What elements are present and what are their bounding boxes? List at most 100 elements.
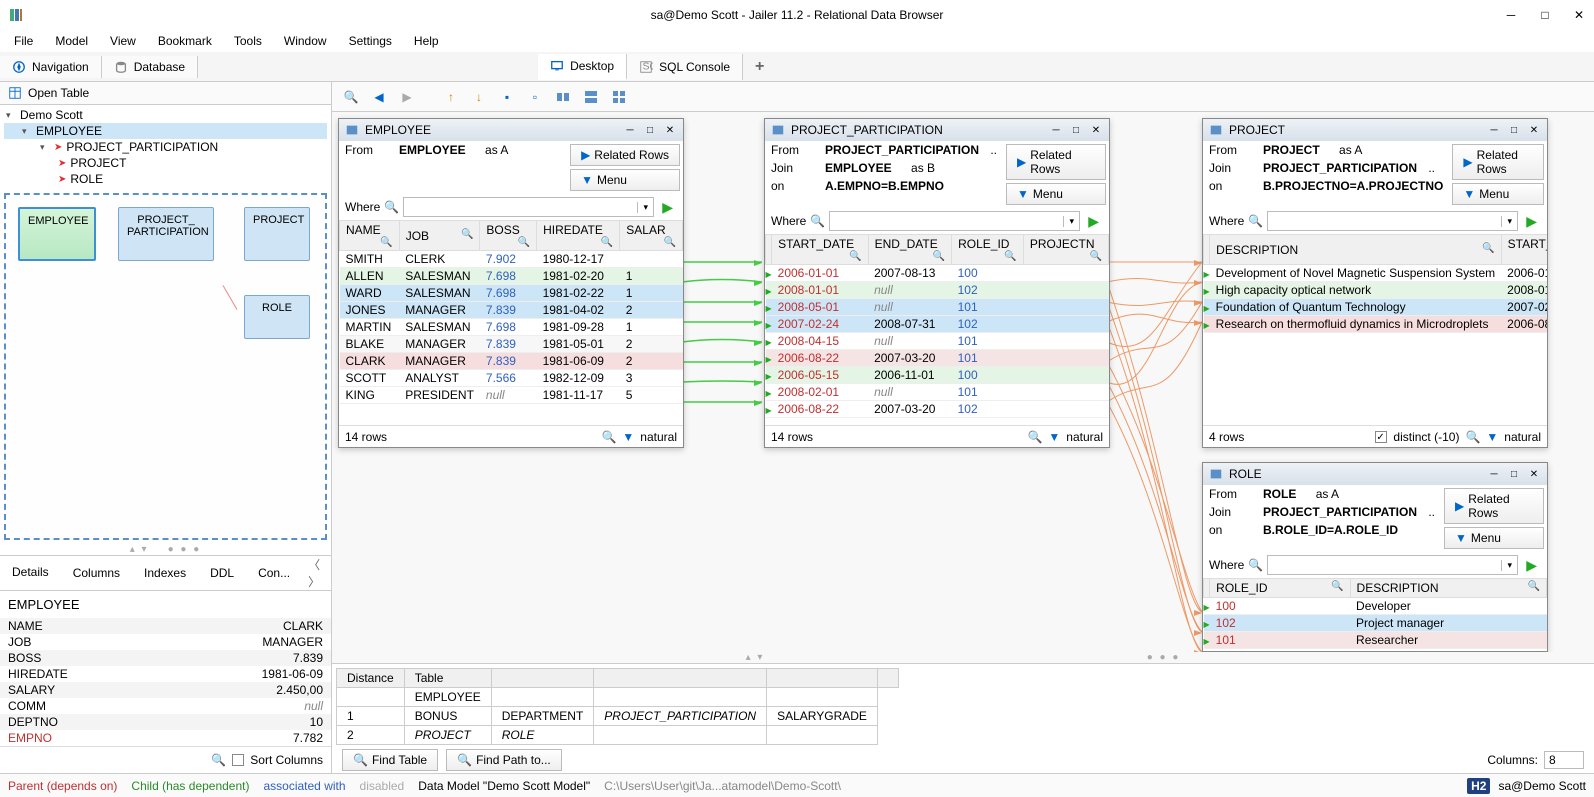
table-row[interactable]: ▶102Project manager (1204, 615, 1547, 632)
menu-file[interactable]: File (4, 32, 43, 50)
table-row[interactable]: 2PROJECTROLE (337, 726, 899, 745)
search-icon[interactable]: 🔍 (810, 214, 825, 228)
schema-node[interactable]: PROJECT (244, 207, 310, 261)
menu-settings[interactable]: Settings (339, 32, 402, 50)
table-row[interactable]: ▶2007-02-242008-07-31102 (766, 316, 1109, 333)
menu-model[interactable]: Model (45, 32, 98, 50)
distance-table[interactable]: DistanceTableEMPLOYEE1BONUSDEPARTMENTPRO… (336, 668, 899, 745)
table-row[interactable]: ▶2006-01-012007-08-13100 (766, 265, 1109, 282)
tab-desktop[interactable]: Desktop (538, 54, 627, 80)
column-header[interactable] (767, 669, 878, 688)
table-row[interactable]: ▶2008-01-01null102 (766, 282, 1109, 299)
expand-icon[interactable]: ▾ (40, 142, 50, 153)
run-icon[interactable]: ▶ (1522, 213, 1541, 230)
search-icon[interactable]: 🔍 (384, 200, 399, 214)
close-icon[interactable]: ✕ (1527, 467, 1541, 481)
table-row[interactable]: ALLENSALESMAN7.6981981-02-201 (340, 268, 683, 285)
dtab-ddl[interactable]: DDL (198, 560, 246, 586)
win-role[interactable]: ROLE ─ □ ✕ FromROLE as A JoinPROJECT_PAR… (1202, 462, 1548, 652)
maximize-button[interactable]: □ (1538, 8, 1552, 22)
minimize-icon[interactable]: ─ (623, 123, 637, 137)
column-header[interactable]: ROLE_ID🔍 (952, 235, 1024, 265)
table-row[interactable]: ▶101Researcher (1204, 632, 1547, 649)
minimize-icon[interactable]: ─ (1487, 467, 1501, 481)
search-icon[interactable]: 🔍 (211, 753, 226, 767)
new-tab-button[interactable]: + (743, 54, 776, 80)
table-row[interactable]: 1BONUSDEPARTMENTPROJECT_PARTICIPATIONSAL… (337, 707, 899, 726)
dtab-constraints[interactable]: Con... (246, 560, 302, 586)
close-icon[interactable]: ✕ (1089, 123, 1103, 137)
column-header[interactable]: ROLE_ID🔍 (1210, 579, 1350, 598)
maximize-icon[interactable]: □ (643, 123, 657, 137)
menu-button[interactable]: ▼Menu (570, 169, 680, 191)
schema-node[interactable]: EMPLOYEE (18, 207, 96, 261)
find-path-button[interactable]: 🔍Find Path to... (446, 749, 562, 771)
arrow-down-icon[interactable]: ↓ (468, 86, 490, 108)
table-row[interactable]: ▶2008-02-01null101 (766, 384, 1109, 401)
tab-sql-console[interactable]: SQL SQL Console (627, 54, 743, 80)
table-row[interactable]: SCOTTANALYST7.5661982-12-093 (340, 370, 683, 387)
win-project[interactable]: PROJECT ─ □ ✕ FromPROJECT as A JoinPROJE… (1202, 118, 1548, 448)
column-header[interactable]: START_DAT🔍 (1501, 235, 1547, 265)
table-row[interactable]: BLAKEMANAGER7.8391981-05-012 (340, 336, 683, 353)
filter-icon[interactable]: ▼ (1048, 430, 1060, 444)
layout1-icon[interactable] (552, 86, 574, 108)
dtab-indexes[interactable]: Indexes (132, 560, 198, 586)
column-header[interactable]: BOSS🔍 (480, 221, 537, 251)
menu-button[interactable]: ▼Menu (1452, 183, 1544, 205)
maximize-icon[interactable]: □ (1507, 123, 1521, 137)
table-row[interactable]: ▶2006-08-222007-03-20101 (766, 350, 1109, 367)
table-row[interactable]: ▶Development of Novel Magnetic Suspensio… (1204, 265, 1548, 282)
nav-fwd-icon[interactable]: ▶ (396, 86, 418, 108)
projpart-table[interactable]: START_DATE🔍END_DATE🔍ROLE_ID🔍PROJECTN🔍▶20… (765, 234, 1109, 425)
column-header[interactable]: START_DATE🔍 (772, 235, 868, 265)
where-input[interactable]: ▾ (1267, 555, 1518, 575)
related-rows-button[interactable]: ▶Related Rows (1006, 144, 1106, 180)
tree-node[interactable]: ➤ ROLE (4, 171, 327, 187)
table-row[interactable]: ▶2006-08-222007-03-20102 (766, 401, 1109, 418)
role-table[interactable]: ROLE_ID🔍DESCRIPTION🔍▶100Developer▶102Pro… (1203, 578, 1547, 651)
win-project-participation[interactable]: PROJECT_PARTICIPATION ─ □ ✕ FromPROJECT_… (764, 118, 1110, 448)
close-icon[interactable]: ✕ (663, 123, 677, 137)
column-header[interactable]: END_DATE🔍 (868, 235, 952, 265)
tab-navigation[interactable]: Navigation (0, 56, 102, 78)
column-header[interactable] (594, 669, 767, 688)
menu-button[interactable]: ▼Menu (1444, 527, 1544, 549)
find-table-button[interactable]: 🔍Find Table (342, 749, 438, 771)
search-icon[interactable]: 🔍 (601, 430, 616, 444)
columns-input[interactable] (1544, 751, 1584, 769)
employee-table[interactable]: NAME🔍JOB🔍BOSS🔍HIREDATE🔍SALAR🔍SMITHCLERK7… (339, 220, 683, 425)
search-icon[interactable]: 🔍 (1248, 214, 1263, 228)
column-header[interactable]: JOB🔍 (399, 221, 480, 251)
related-rows-button[interactable]: ▶Related Rows (1444, 488, 1544, 524)
minimize-icon[interactable]: ─ (1049, 123, 1063, 137)
column-header[interactable]: HIREDATE🔍 (537, 221, 620, 251)
table-row[interactable]: ▶2008-05-01null101 (766, 299, 1109, 316)
column-header[interactable] (877, 669, 898, 688)
maximize-icon[interactable]: □ (1507, 467, 1521, 481)
table-row[interactable]: ▶Research on thermofluid dynamics in Mic… (1204, 316, 1548, 333)
column-header[interactable]: NAME🔍 (340, 221, 400, 251)
column-header[interactable]: DESCRIPTION🔍 (1210, 235, 1501, 265)
column-header[interactable]: PROJECTN🔍 (1023, 235, 1108, 265)
schema-diagram[interactable]: EMPLOYEEPROJECT_​PARTICIPATIONPROJECTROL… (4, 193, 327, 540)
column-header[interactable]: DESCRIPTION🔍 (1350, 579, 1546, 598)
run-icon[interactable]: ▶ (1522, 557, 1541, 574)
small-box-icon[interactable]: ▫ (524, 86, 546, 108)
minimize-icon[interactable]: ─ (1487, 123, 1501, 137)
maximize-icon[interactable]: □ (1069, 123, 1083, 137)
table-row[interactable]: WARDSALESMAN7.6981981-02-221 (340, 285, 683, 302)
zoom-icon[interactable]: 🔍 (340, 86, 362, 108)
project-table[interactable]: DESCRIPTION🔍START_DAT🔍▶Development of No… (1203, 234, 1547, 425)
table-row[interactable]: SMITHCLERK7.9021980-12-17 (340, 251, 683, 268)
column-header[interactable]: Distance (337, 669, 405, 688)
layout2-icon[interactable] (580, 86, 602, 108)
close-button[interactable]: ✕ (1572, 8, 1586, 22)
tree-node[interactable]: ➤ PROJECT (4, 155, 327, 171)
table-row[interactable]: CLARKMANAGER7.8391981-06-092 (340, 353, 683, 370)
table-row[interactable]: JONESMANAGER7.8391981-04-022 (340, 302, 683, 319)
column-header[interactable] (491, 669, 594, 688)
menu-tools[interactable]: Tools (224, 32, 272, 50)
schema-node[interactable]: ROLE (244, 295, 310, 339)
table-row[interactable]: KINGPRESIDENTnull1981-11-175 (340, 387, 683, 404)
